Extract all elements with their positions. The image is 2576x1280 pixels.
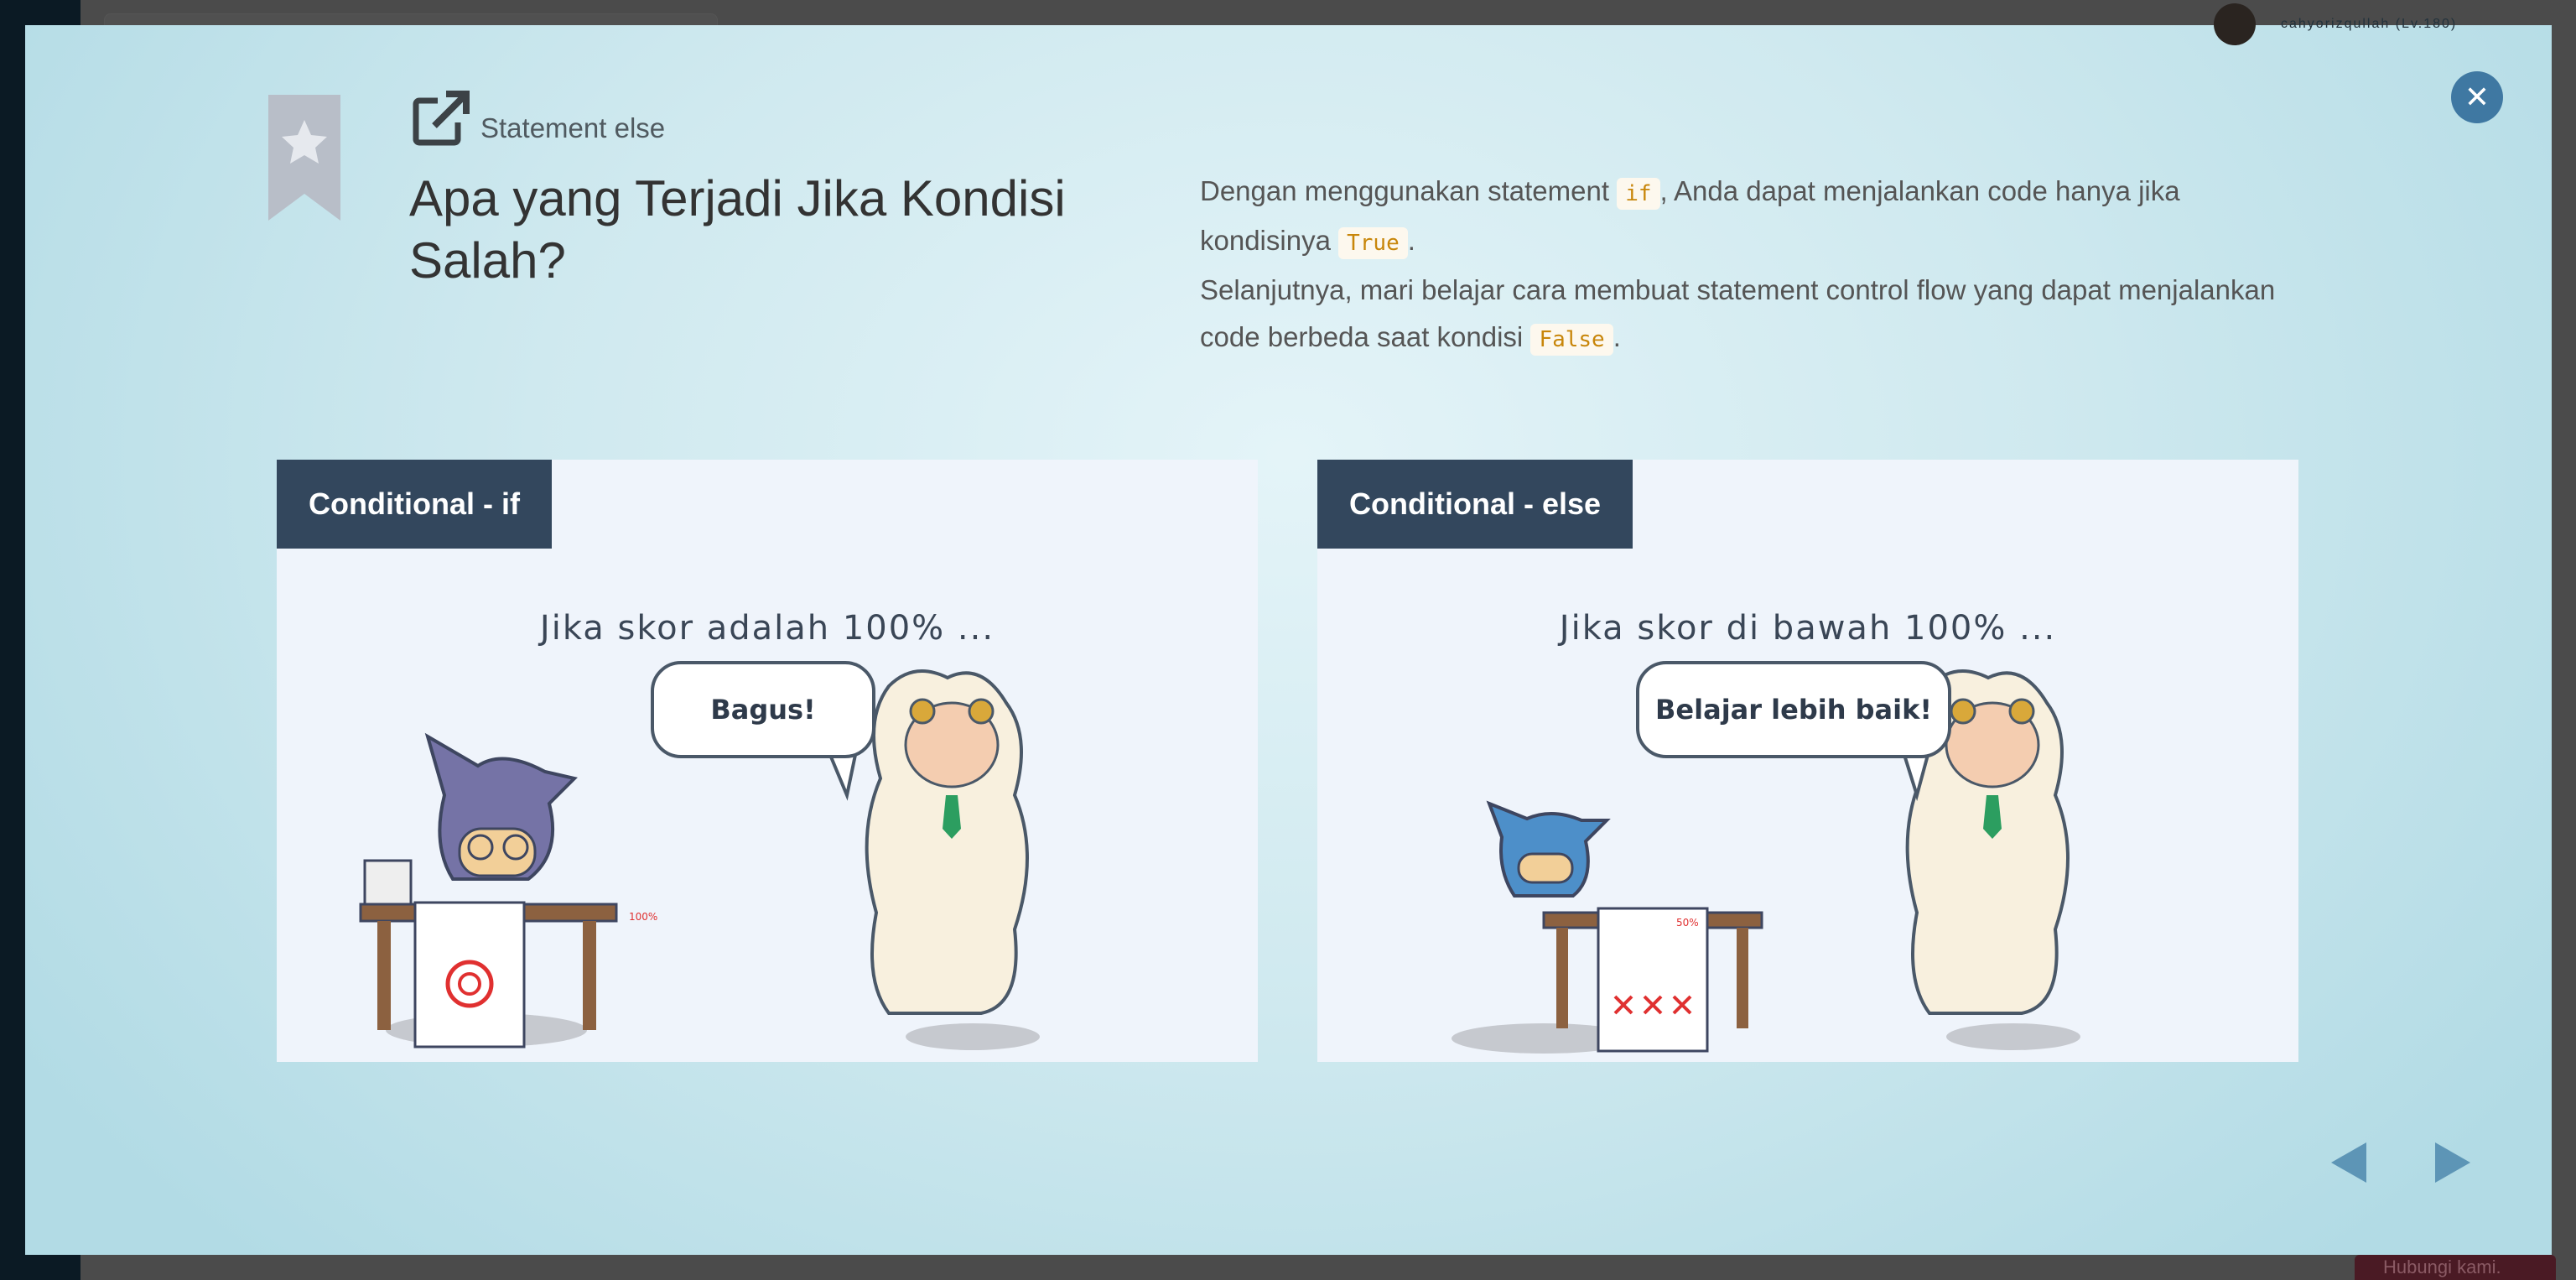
ninja-sheep-illustration [1452,669,2080,1054]
text: . [1613,321,1621,352]
panel-caption: Jika skor di bawah 100% ... [1559,609,2057,648]
text: . [1407,225,1415,256]
close-button[interactable]: ✕ [2451,71,2503,123]
username: cahyorizqullah (Lv.180) [2281,17,2458,31]
code-if: if [1617,178,1660,210]
code-false: False [1530,324,1613,356]
next-arrow-icon[interactable] [2432,1142,2472,1183]
text: Selanjutnya, mari belajar cara membuat s… [1200,274,2276,352]
code-true: True [1338,227,1408,259]
contact-button[interactable]: Hubungi kami. [2355,1255,2556,1280]
illustration-if: Conditional - if Jika skor adalah 100% .… [277,460,1258,1062]
panel-tab: Conditional - else [1317,460,1633,549]
user-profile[interactable]: cahyorizqullah (Lv.180) [2214,3,2457,45]
illustration-else: Conditional - else Jika skor di bawah 10… [1317,460,2298,1062]
panel-caption: Jika skor adalah 100% ... [539,609,995,648]
speech-bubble: Belajar lebih baik! [1636,661,1951,758]
ninja-sheep-illustration [359,669,1040,1050]
speech-bubble: Bagus! [651,661,875,758]
lesson-title: Apa yang Terjadi Jika Kondisi Salah? [409,170,1066,289]
lesson-subtitle: Statement else [480,112,666,143]
previous-arrow-icon[interactable] [2329,1142,2370,1183]
close-icon: ✕ [2464,80,2490,115]
avatar[interactable] [2214,3,2256,45]
lesson-modal: Statement else Apa yang Terjadi Jika Kon… [25,25,2552,1255]
score-label: 100% [629,911,658,923]
text: Dengan menggunakan statement [1200,175,1618,206]
score-label: 50% [1676,917,1699,929]
lesson-description: Dengan menggunakan statement if, Anda da… [1200,168,2290,363]
panel-tab: Conditional - if [277,460,552,549]
external-link-icon[interactable] [413,91,470,146]
bookmark-star-icon[interactable] [268,95,340,221]
